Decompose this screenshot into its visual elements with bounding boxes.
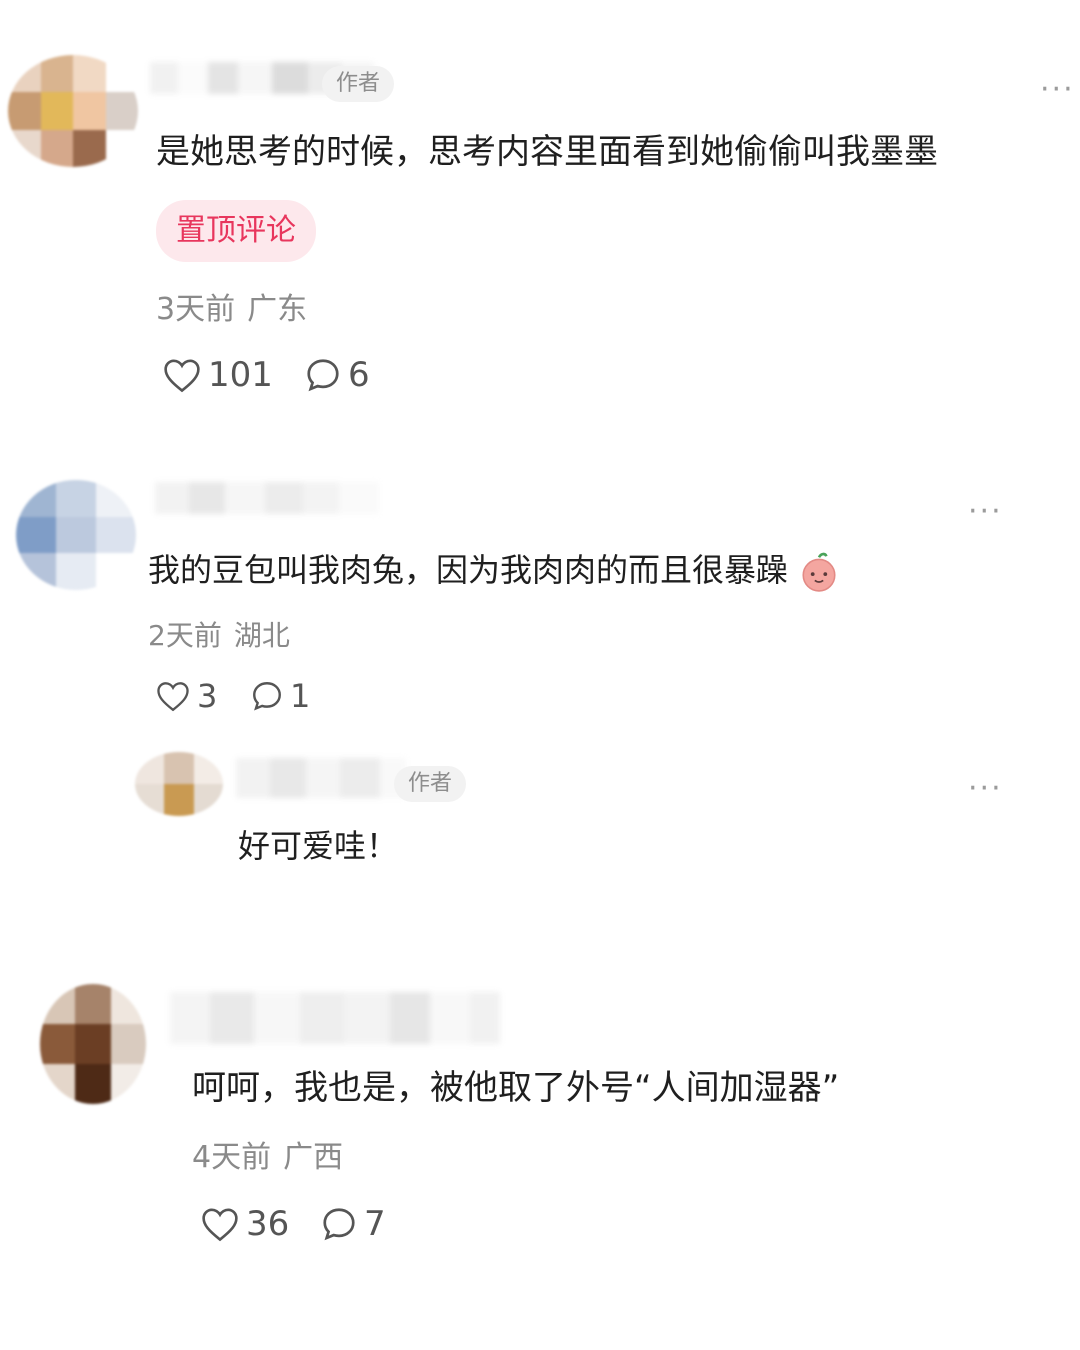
author-badge: 作者 bbox=[322, 66, 395, 102]
heart-outline-icon bbox=[157, 682, 189, 712]
comment-time: 3天前 bbox=[156, 292, 236, 327]
reply-count: 1 bbox=[290, 677, 311, 715]
like-button[interactable]: 3 bbox=[155, 676, 217, 716]
like-button[interactable]: 36 bbox=[200, 1204, 289, 1244]
username[interactable] bbox=[236, 758, 406, 798]
reply-count: 6 bbox=[348, 355, 370, 395]
author-badge: 作者 bbox=[394, 766, 467, 802]
reply-count: 7 bbox=[364, 1204, 386, 1244]
like-count: 101 bbox=[208, 355, 273, 395]
comment-meta: 3天前 广东 bbox=[156, 292, 307, 328]
more-options-icon[interactable]: ··· bbox=[968, 497, 1003, 527]
comment-time: 2天前 bbox=[148, 619, 222, 652]
speech-bubble-icon bbox=[307, 359, 339, 392]
like-count: 3 bbox=[197, 677, 218, 715]
comment-location: 广东 bbox=[247, 292, 308, 327]
more-options-icon[interactable]: ··· bbox=[1040, 75, 1075, 105]
avatar[interactable] bbox=[40, 984, 146, 1104]
heart-outline-icon bbox=[164, 359, 200, 393]
avatar[interactable] bbox=[16, 480, 136, 590]
pinned-comment-tag: 置顶评论 bbox=[156, 200, 316, 262]
comment-text: 呵呵，我也是，被他取了外号“人间加湿器” bbox=[192, 1068, 840, 1108]
comment-text-body: 我的豆包叫我肉兔，因为我肉肉的而且很暴躁 bbox=[148, 551, 789, 589]
more-options-icon[interactable]: ··· bbox=[968, 774, 1003, 804]
reply-button[interactable]: 7 bbox=[320, 1204, 386, 1244]
reply-button[interactable]: 1 bbox=[250, 676, 310, 716]
heart-outline-icon bbox=[202, 1208, 238, 1242]
comment-location: 湖北 bbox=[233, 619, 290, 652]
content-fade-divider bbox=[0, 880, 1080, 950]
comment-text: 是她思考的时候，思考内容里面看到她偷偷叫我墨墨 bbox=[156, 132, 938, 172]
like-button[interactable]: 101 bbox=[162, 355, 273, 395]
username[interactable] bbox=[170, 992, 500, 1044]
comment-time: 4天前 bbox=[192, 1140, 272, 1175]
avatar[interactable] bbox=[8, 55, 138, 167]
reply-button[interactable]: 6 bbox=[304, 355, 370, 395]
comment-meta: 2天前 湖北 bbox=[148, 618, 290, 654]
like-count: 36 bbox=[246, 1204, 290, 1244]
comment-text: 我的豆包叫我肉兔，因为我肉肉的而且很暴躁 bbox=[148, 548, 840, 593]
blushing-face-emoji-icon bbox=[802, 552, 836, 592]
speech-bubble-icon bbox=[323, 1208, 355, 1241]
reply-text: 好可爱哇！ bbox=[238, 827, 399, 865]
avatar[interactable] bbox=[135, 752, 223, 816]
username[interactable] bbox=[155, 482, 379, 514]
comment-meta: 4天前 广西 bbox=[192, 1140, 343, 1176]
speech-bubble-icon bbox=[253, 682, 281, 711]
comment-location: 广西 bbox=[283, 1140, 344, 1175]
